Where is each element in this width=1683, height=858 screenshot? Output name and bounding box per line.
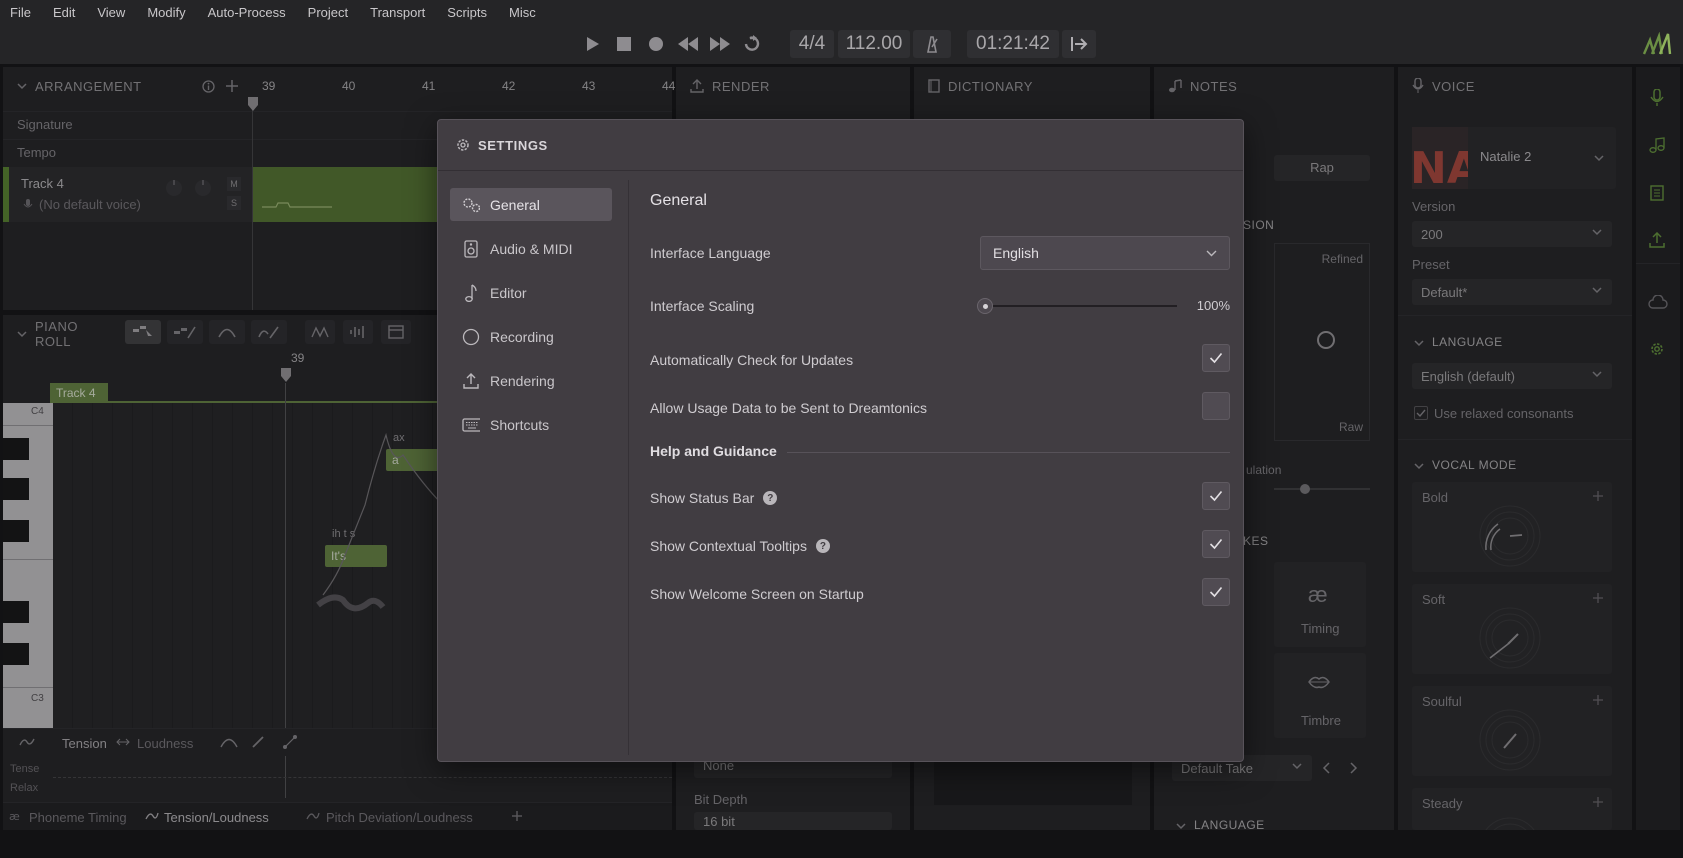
menu-scripts[interactable]: Scripts: [447, 5, 487, 20]
welcome-screen-checkbox[interactable]: [1202, 578, 1230, 606]
menu-transport[interactable]: Transport: [370, 5, 425, 20]
check-icon: [1209, 586, 1223, 598]
time-display[interactable]: 01:21:42: [967, 30, 1059, 58]
record-icon[interactable]: [645, 33, 667, 55]
menu-file[interactable]: File: [10, 5, 31, 20]
nav-editor[interactable]: Editor: [450, 276, 612, 309]
nav-shortcuts[interactable]: Shortcuts: [450, 408, 612, 441]
fast-forward-icon[interactable]: [709, 33, 731, 55]
rewind-icon[interactable]: [677, 33, 699, 55]
time-signature[interactable]: 4/4: [790, 30, 834, 58]
status-bar-label: Show Status Bar?: [650, 490, 778, 506]
settings-header: SETTINGS: [438, 120, 1243, 171]
stop-icon[interactable]: [613, 33, 635, 55]
interface-language-select[interactable]: English: [980, 236, 1230, 270]
menu-bar: File Edit View Modify Auto-Process Proje…: [0, 0, 1683, 24]
speaker-icon: [462, 239, 480, 258]
usage-data-checkbox[interactable]: [1202, 392, 1230, 420]
loop-icon[interactable]: [741, 33, 763, 55]
tooltips-checkbox[interactable]: [1202, 530, 1230, 558]
section-heading: General: [650, 192, 707, 209]
settings-title: SETTINGS: [478, 137, 548, 153]
usage-data-label: Allow Usage Data to be Sent to Dreamtoni…: [650, 400, 928, 416]
menu-project[interactable]: Project: [308, 5, 348, 20]
interface-language-label: Interface Language: [650, 245, 771, 261]
settings-nav: General Audio & MIDI Editor Recording Re…: [450, 188, 612, 452]
play-icon[interactable]: [581, 33, 603, 55]
menu-edit[interactable]: Edit: [53, 5, 75, 20]
gear-icon: [456, 138, 470, 152]
menu-misc[interactable]: Misc: [509, 5, 536, 20]
settings-dialog: SETTINGS General Audio & MIDI Editor Rec…: [437, 119, 1244, 762]
chevron-down-icon: [1206, 250, 1217, 257]
record-circle-icon: [462, 328, 480, 346]
menu-auto-process[interactable]: Auto-Process: [208, 5, 286, 20]
help-icon[interactable]: ?: [763, 491, 778, 505]
menu-modify[interactable]: Modify: [147, 5, 185, 20]
interface-scaling-slider[interactable]: [984, 305, 1177, 307]
nav-general[interactable]: General: [450, 188, 612, 221]
check-updates-checkbox[interactable]: [1202, 344, 1230, 372]
check-icon: [1209, 538, 1223, 550]
interface-scaling-value: 100%: [1196, 298, 1230, 313]
interface-scaling-label: Interface Scaling: [650, 298, 755, 314]
nav-rendering[interactable]: Rendering: [450, 364, 612, 397]
interface-scaling-handle[interactable]: [977, 298, 993, 314]
tempo-field[interactable]: 112.00: [838, 30, 910, 58]
app-logo-icon: [1642, 31, 1672, 57]
status-bar-checkbox[interactable]: [1202, 482, 1230, 510]
nav-recording[interactable]: Recording: [450, 320, 612, 353]
settings-divider: [628, 180, 629, 755]
gears-icon: [462, 196, 480, 214]
keyboard-icon: [462, 416, 480, 434]
check-icon: [1209, 352, 1223, 364]
tooltips-label: Show Contextual Tooltips?: [650, 538, 830, 554]
check-updates-label: Automatically Check for Updates: [650, 352, 854, 368]
nav-audio-midi[interactable]: Audio & MIDI: [450, 232, 612, 265]
follow-playhead-icon[interactable]: [1062, 30, 1096, 58]
help-guidance-divider: [787, 452, 1230, 453]
menu-view[interactable]: View: [97, 5, 125, 20]
metronome-icon[interactable]: [913, 30, 951, 58]
export-icon: [462, 372, 480, 390]
help-guidance-heading: Help and Guidance: [650, 443, 777, 459]
music-note-icon: [462, 283, 480, 302]
help-icon[interactable]: ?: [815, 539, 830, 553]
check-icon: [1209, 490, 1223, 502]
welcome-screen-label: Show Welcome Screen on Startup: [650, 586, 864, 602]
transport-toolbar: 4/4 112.00 01:21:42: [0, 24, 1683, 64]
